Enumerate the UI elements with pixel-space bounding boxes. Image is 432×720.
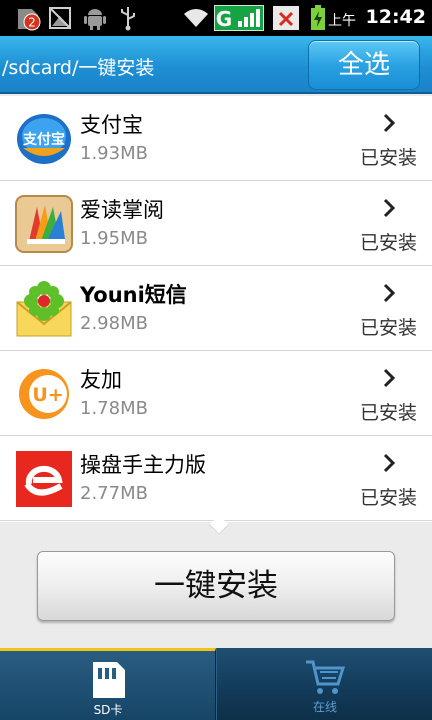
status-bar: 2 G 上午 12:42 <box>0 0 432 36</box>
chevron-right-icon[interactable] <box>382 112 396 134</box>
app-size: 1.93MB <box>80 143 148 164</box>
app-size: 1.78MB <box>80 398 148 419</box>
list-item[interactable]: 爱读掌阅 1.95MB 已安装 <box>0 181 432 266</box>
clock: 12:42 <box>365 6 426 28</box>
shopping-cart-icon <box>306 660 346 694</box>
alipay-icon-text: 支付宝 <box>22 131 65 148</box>
app-size: 2.77MB <box>80 483 148 504</box>
ireader-book-icon <box>15 195 73 253</box>
image-icon <box>49 7 71 29</box>
app-list: 支付宝 支付宝 1.93MB 已安装 爱读掌阅 1.95MB 已安装 Youni… <box>0 96 432 522</box>
select-all-button[interactable]: 全选 <box>308 40 420 90</box>
tab-sd-card[interactable]: SD卡 <box>0 648 216 720</box>
list-item[interactable]: U+ 友加 1.78MB 已安装 <box>0 351 432 436</box>
alipay-icon: 支付宝 <box>17 114 71 164</box>
android-icon <box>84 9 106 30</box>
list-item[interactable]: 支付宝 支付宝 1.93MB 已安装 <box>0 96 432 181</box>
usb-icon <box>121 7 135 31</box>
install-status: 已安装 <box>359 317 417 339</box>
tab-online[interactable]: 在线 <box>216 648 432 720</box>
tab-label: SD卡 <box>93 703 123 717</box>
battery-charging-icon <box>311 5 325 30</box>
no-sim-icon <box>273 6 299 30</box>
app-size: 1.95MB <box>80 228 148 249</box>
youjia-icon: U+ <box>19 369 69 419</box>
tab-label: 在线 <box>312 700 337 714</box>
sd-card-icon <box>93 662 125 698</box>
chevron-right-icon[interactable] <box>382 197 396 219</box>
bottom-tab-bar: SD卡 在线 <box>0 648 432 720</box>
youjia-icon-text: U+ <box>32 384 63 406</box>
install-status: 已安装 <box>359 487 417 509</box>
install-status: 已安装 <box>359 147 417 169</box>
app-name: 友加 <box>80 368 122 392</box>
title-bar: /sdcard/一键安装 全选 <box>0 36 432 94</box>
install-status: 已安装 <box>359 232 417 254</box>
youni-envelope-flower-icon <box>16 281 72 337</box>
chevron-right-icon[interactable] <box>382 452 396 474</box>
wifi-icon <box>184 9 208 27</box>
app-name: Youni短信 <box>80 283 187 307</box>
app-name: 爱读掌阅 <box>80 198 164 222</box>
chevron-right-icon[interactable] <box>382 367 396 389</box>
app-size: 2.98MB <box>80 313 148 334</box>
list-item[interactable]: 操盘手主力版 2.77MB 已安装 <box>0 436 432 521</box>
folder-path: /sdcard/一键安装 <box>2 57 155 79</box>
install-status: 已安装 <box>359 402 417 424</box>
network-badge: G <box>216 7 232 31</box>
list-item[interactable]: Youni短信 2.98MB 已安装 <box>0 266 432 351</box>
notification-count: 2 <box>28 16 36 30</box>
ampm-label: 上午 <box>328 13 356 29</box>
notification-badge-icon: 2 <box>18 9 41 31</box>
signal-icon: G <box>214 5 264 31</box>
one-click-install-button[interactable]: 一键安装 <box>37 551 395 621</box>
app-name: 操盘手主力版 <box>80 453 206 477</box>
app-name: 支付宝 <box>80 113 143 137</box>
caopanshou-icon <box>16 451 72 507</box>
chevron-right-icon[interactable] <box>382 282 396 304</box>
